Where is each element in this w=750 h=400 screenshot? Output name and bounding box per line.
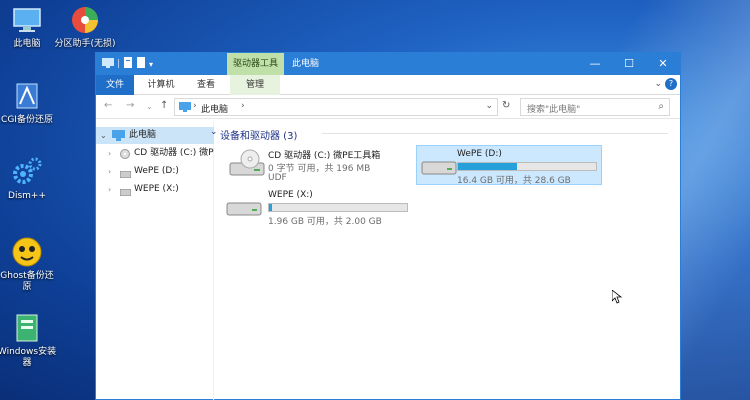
cgi-backup-icon [11, 80, 43, 112]
partition-assistant-icon [69, 4, 101, 36]
gear-icon [11, 156, 43, 188]
ribbon-tabs: 文件 计算机 查看 管理 ⌄ ? [96, 75, 680, 95]
forward-button[interactable]: → [126, 100, 134, 111]
minimize-button[interactable]: — [578, 53, 612, 75]
drive-space: 16.4 GB 可用，共 28.6 GB [457, 176, 571, 186]
drive-filesystem: UDF [268, 173, 287, 183]
desktop-icon-label: CGI备份还原 [1, 115, 53, 125]
search-icon[interactable]: ⌕ [658, 101, 664, 112]
title-bar[interactable]: | ▾ 驱动器工具 此电脑 — ☐ ✕ [96, 53, 680, 75]
back-button[interactable]: ← [104, 100, 112, 111]
hard-drive-icon [119, 186, 132, 198]
close-button[interactable]: ✕ [646, 53, 680, 75]
expand-chevron-icon[interactable]: › [108, 145, 111, 162]
recent-locations-icon[interactable]: ⌄ [146, 102, 153, 111]
desktop-icon-label: Windows安装器 [0, 347, 57, 368]
desktop-icon-cgi-backup[interactable]: CGI备份还原 [0, 80, 58, 126]
cd-drive-icon [120, 149, 130, 162]
window-title: 此电脑 [292, 59, 320, 69]
drive-name: CD 驱动器 (C:) 微PE工具箱 [268, 151, 381, 161]
tab-manage[interactable]: 管理 [230, 75, 280, 95]
desktop-icon-this-pc[interactable]: 此电脑 [0, 4, 58, 50]
expand-chevron-icon[interactable]: › [108, 163, 111, 180]
navigation-pane: ⌄ 此电脑 › CD 驱动器 (C:) 微P › WePE (D:) › WEP… [96, 121, 214, 400]
desktop-icon-partition-assistant[interactable]: 分区助手(无损) [54, 4, 116, 50]
address-text: 此电脑 [201, 105, 229, 115]
ribbon-expand-icon[interactable]: ⌄ [654, 79, 662, 89]
refresh-icon[interactable]: ↻ [502, 100, 510, 111]
address-dropdown-icon[interactable]: ⌄ [485, 101, 493, 111]
nav-item-this-pc[interactable]: ⌄ 此电脑 [96, 127, 214, 144]
drive-usage-bar [268, 203, 408, 212]
content-pane: ⌄ 设备和驱动器 (3) CD 驱动器 (C:) 微PE工具箱 0 字节 可用，… [210, 121, 680, 400]
drive-tile-cd[interactable]: CD 驱动器 (C:) 微PE工具箱 0 字节 可用，共 196 MB UDF [222, 145, 412, 185]
expand-chevron-icon[interactable]: › [108, 181, 111, 198]
address-row: ← → ⌄ ↑ › 此电脑 › ⌄ ↻ 搜索"此电脑" ⌕ [96, 95, 680, 119]
drive-space: 1.96 GB 可用，共 2.00 GB [268, 217, 382, 227]
computer-icon [112, 130, 125, 144]
properties-icon[interactable] [123, 57, 133, 71]
nav-item-drive-x[interactable]: › WEPE (X:) [96, 181, 214, 198]
tab-computer[interactable]: 计算机 [140, 75, 182, 95]
desktop-icon-windows-installer[interactable]: Windows安装器 [0, 312, 58, 369]
desktop-icon-dism[interactable]: Dism++ [0, 156, 58, 202]
collapse-chevron-icon[interactable]: ⌄ [100, 127, 107, 144]
hard-drive-icon [119, 168, 132, 180]
desktop-icon-label: 分区助手(无损) [54, 39, 116, 49]
desktop-icon-label: Dism++ [8, 191, 46, 201]
computer-icon [11, 4, 43, 36]
drive-name: WePE (D:) [457, 149, 502, 159]
new-folder-icon[interactable] [136, 57, 146, 71]
up-button[interactable]: ↑ [160, 100, 168, 111]
drive-usage-bar [457, 162, 597, 171]
nav-label: WePE (D:) [134, 166, 179, 176]
group-header[interactable]: 设备和驱动器 (3) [220, 127, 297, 142]
breadcrumb-separator-icon: › [193, 101, 197, 111]
nav-label: WEPE (X:) [134, 184, 179, 194]
drive-tile-d[interactable]: WePE (D:) 16.4 GB 可用，共 28.6 GB [416, 145, 602, 186]
hard-drive-icon [226, 199, 262, 222]
usage-fill [269, 204, 272, 211]
hard-drive-icon [421, 158, 457, 181]
usage-fill [458, 163, 518, 170]
maximize-button[interactable]: ☐ [612, 53, 646, 75]
nav-label: 此电脑 [129, 130, 157, 140]
ghost-icon [11, 236, 43, 268]
customize-toolbar-icon[interactable]: ▾ [149, 60, 153, 69]
search-placeholder: 搜索"此电脑" [527, 105, 581, 115]
quick-access-toolbar: | ▾ [102, 57, 153, 71]
nav-item-drive-d[interactable]: › WePE (D:) [96, 163, 214, 180]
this-pc-small-icon [102, 57, 114, 71]
desktop-icon-ghost[interactable]: Ghost备份还原 [0, 236, 58, 293]
tab-view[interactable]: 查看 [188, 75, 224, 95]
tab-file[interactable]: 文件 [96, 75, 134, 95]
drive-name: WEPE (X:) [268, 190, 313, 200]
toolbar-divider: | [117, 59, 121, 69]
group-divider [322, 133, 668, 134]
breadcrumb-chevron-icon[interactable]: › [241, 101, 245, 111]
mouse-cursor-icon [611, 289, 623, 307]
desktop-icon-label: 此电脑 [13, 39, 41, 49]
help-icon[interactable]: ? [665, 78, 677, 90]
nav-item-cd-drive[interactable]: › CD 驱动器 (C:) 微P [96, 145, 214, 162]
group-collapse-icon[interactable]: ⌄ [210, 127, 218, 137]
search-input[interactable]: 搜索"此电脑" ⌕ [520, 98, 670, 116]
nav-label: CD 驱动器 (C:) 微P [134, 148, 214, 158]
drive-tools-context-tab[interactable]: 驱动器工具 [227, 53, 284, 75]
cd-drive-icon [228, 149, 268, 184]
desktop-icon-label: Ghost备份还原 [0, 271, 54, 292]
address-bar[interactable]: › 此电脑 › ⌄ [174, 98, 498, 116]
drive-tile-x[interactable]: WEPE (X:) 1.96 GB 可用，共 2.00 GB [222, 187, 412, 227]
installer-icon [11, 312, 43, 344]
explorer-window: | ▾ 驱动器工具 此电脑 — ☐ ✕ 文件 计算机 查看 管理 ⌄ ? ← →… [95, 52, 681, 400]
this-pc-address-icon [179, 102, 191, 115]
